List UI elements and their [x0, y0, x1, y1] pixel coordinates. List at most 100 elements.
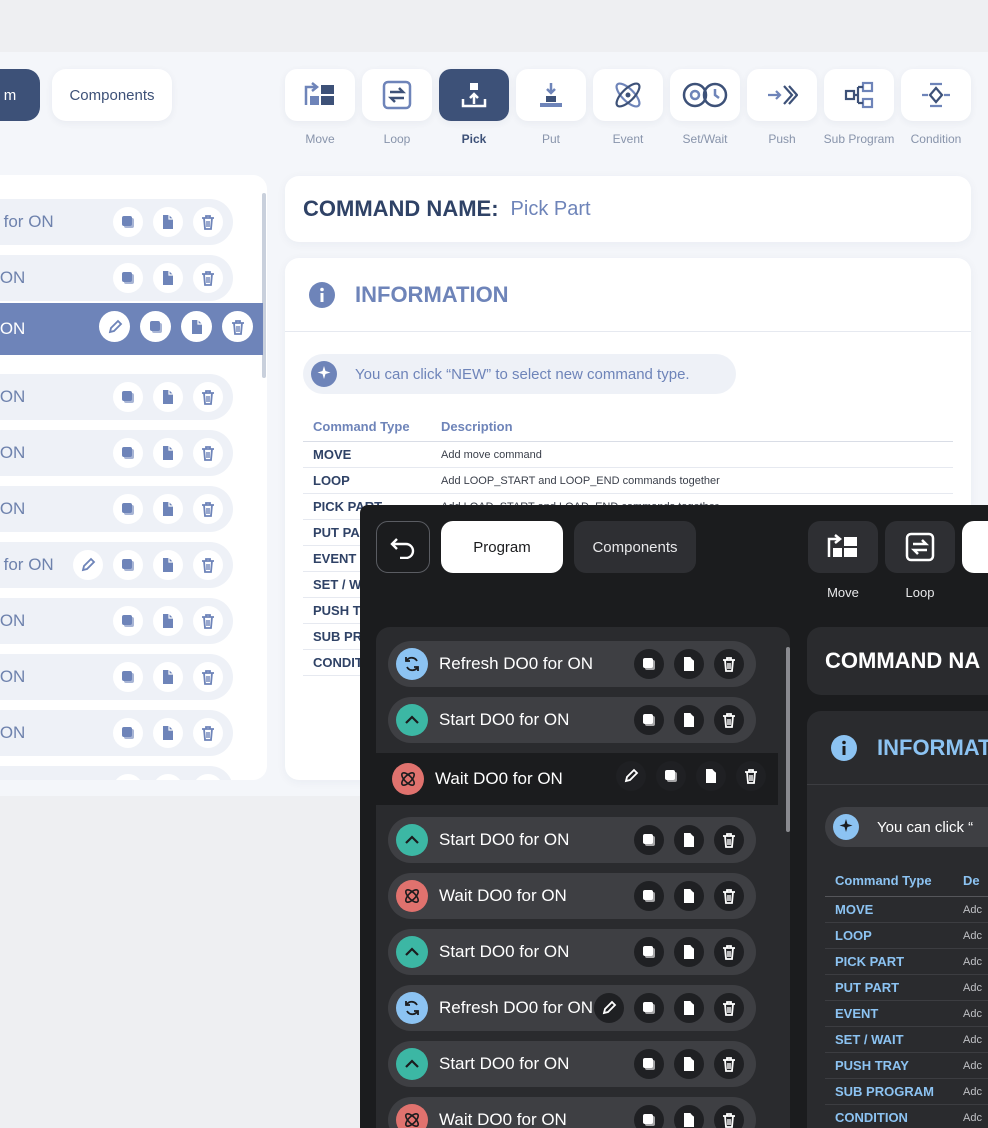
command-list-item[interactable]: Refresh DO0 for ON	[388, 985, 756, 1031]
copy-button[interactable]	[113, 606, 143, 636]
file-button[interactable]	[181, 311, 212, 342]
file-button[interactable]	[153, 718, 183, 748]
tool-pick[interactable]: P	[962, 521, 988, 600]
command-list-item[interactable]: Wait DO0 for ON	[388, 873, 756, 919]
file-button[interactable]	[153, 606, 183, 636]
copy-button[interactable]	[634, 937, 664, 967]
trash-button[interactable]	[193, 662, 223, 692]
trash-button[interactable]	[714, 881, 744, 911]
copy-button[interactable]	[113, 207, 143, 237]
trash-button[interactable]	[193, 606, 223, 636]
command-list-item[interactable]: Start DO0 for ON	[388, 1041, 756, 1087]
trash-button[interactable]	[714, 937, 744, 967]
trash-button[interactable]	[193, 438, 223, 468]
command-list-item[interactable]: or ON	[0, 255, 233, 301]
file-button[interactable]	[153, 263, 183, 293]
tool-pick[interactable]: Pick	[439, 69, 509, 146]
command-list-item[interactable]: Start DO0 for ON	[388, 817, 756, 863]
file-button[interactable]	[153, 494, 183, 524]
file-button[interactable]	[674, 649, 704, 679]
tool-loop[interactable]: Loop	[362, 69, 432, 146]
command-list-item[interactable]: or ON	[0, 430, 233, 476]
trash-button[interactable]	[714, 993, 744, 1023]
trash-button[interactable]	[714, 705, 744, 735]
copy-button[interactable]	[634, 649, 664, 679]
edit-button[interactable]	[73, 550, 103, 580]
trash-button[interactable]	[193, 263, 223, 293]
back-button[interactable]	[376, 521, 430, 573]
tab-components[interactable]: Components	[52, 69, 172, 121]
copy-button[interactable]	[113, 438, 143, 468]
command-list-item[interactable]: 00 for ON	[0, 542, 233, 588]
copy-button[interactable]	[656, 761, 686, 791]
command-list-item[interactable]: Start DO0 for ON	[388, 697, 756, 743]
copy-button[interactable]	[634, 993, 664, 1023]
command-list-item[interactable]: or ON	[0, 374, 233, 420]
command-list-item[interactable]: or ON	[0, 598, 233, 644]
copy-button[interactable]	[113, 550, 143, 580]
file-button[interactable]	[153, 662, 183, 692]
copy-button[interactable]	[113, 494, 143, 524]
trash-button[interactable]	[714, 825, 744, 855]
file-button[interactable]	[153, 438, 183, 468]
trash-button[interactable]	[714, 1049, 744, 1079]
tab-program[interactable]: m	[0, 69, 40, 121]
edit-button[interactable]	[616, 761, 646, 791]
command-list-item[interactable]: or ON	[0, 766, 233, 780]
command-list-item[interactable]: or ON	[0, 654, 233, 700]
trash-button[interactable]	[736, 761, 766, 791]
copy-button[interactable]	[140, 311, 171, 342]
copy-button[interactable]	[113, 718, 143, 748]
trash-button[interactable]	[222, 311, 253, 342]
trash-button[interactable]	[193, 382, 223, 412]
copy-button[interactable]	[634, 1105, 664, 1128]
copy-button[interactable]	[113, 263, 143, 293]
tool-put[interactable]: Put	[516, 69, 586, 146]
edit-button[interactable]	[99, 311, 130, 342]
trash-button[interactable]	[193, 774, 223, 780]
trash-button[interactable]	[193, 207, 223, 237]
tab-components[interactable]: Components	[574, 521, 696, 573]
copy-button[interactable]	[113, 774, 143, 780]
command-name-value[interactable]: Pick Part	[511, 198, 591, 221]
command-list-item[interactable]: or ON	[0, 486, 233, 532]
copy-button[interactable]	[634, 705, 664, 735]
file-button[interactable]	[153, 550, 183, 580]
tool-push[interactable]: Push	[747, 69, 817, 146]
file-button[interactable]	[153, 207, 183, 237]
file-button[interactable]	[674, 825, 704, 855]
tool-move[interactable]: Move	[808, 521, 878, 600]
command-list-item[interactable]: Refresh DO0 for ON	[388, 641, 756, 687]
trash-button[interactable]	[714, 1105, 744, 1128]
tool-condition[interactable]: Condition	[901, 69, 971, 146]
tool-event[interactable]: Event	[593, 69, 663, 146]
tool-move[interactable]: Move	[285, 69, 355, 146]
trash-button[interactable]	[714, 649, 744, 679]
copy-button[interactable]	[634, 825, 664, 855]
command-list-item[interactable]: or ON	[0, 303, 263, 355]
file-button[interactable]	[674, 705, 704, 735]
tool-set-wait[interactable]: Set/Wait	[670, 69, 740, 146]
command-list-item[interactable]: Start DO0 for ON	[388, 929, 756, 975]
tool-sub-program[interactable]: Sub Program	[824, 69, 894, 146]
tool-loop[interactable]: Loop	[885, 521, 955, 600]
file-button[interactable]	[696, 761, 726, 791]
scrollbar[interactable]	[786, 647, 790, 832]
command-list-item[interactable]: Wait DO0 for ON	[388, 1097, 756, 1128]
copy-button[interactable]	[113, 382, 143, 412]
trash-button[interactable]	[193, 494, 223, 524]
edit-button[interactable]	[594, 993, 624, 1023]
tab-program[interactable]: Program	[441, 521, 563, 573]
command-list-item[interactable]: Wait DO0 for ON	[376, 753, 778, 805]
copy-button[interactable]	[634, 881, 664, 911]
file-button[interactable]	[674, 993, 704, 1023]
file-button[interactable]	[674, 937, 704, 967]
file-button[interactable]	[674, 881, 704, 911]
file-button[interactable]	[153, 382, 183, 412]
trash-button[interactable]	[193, 550, 223, 580]
copy-button[interactable]	[634, 1049, 664, 1079]
command-list-item[interactable]: 00 for ON	[0, 199, 233, 245]
file-button[interactable]	[674, 1105, 704, 1128]
file-button[interactable]	[153, 774, 183, 780]
command-list-item[interactable]: or ON	[0, 710, 233, 756]
